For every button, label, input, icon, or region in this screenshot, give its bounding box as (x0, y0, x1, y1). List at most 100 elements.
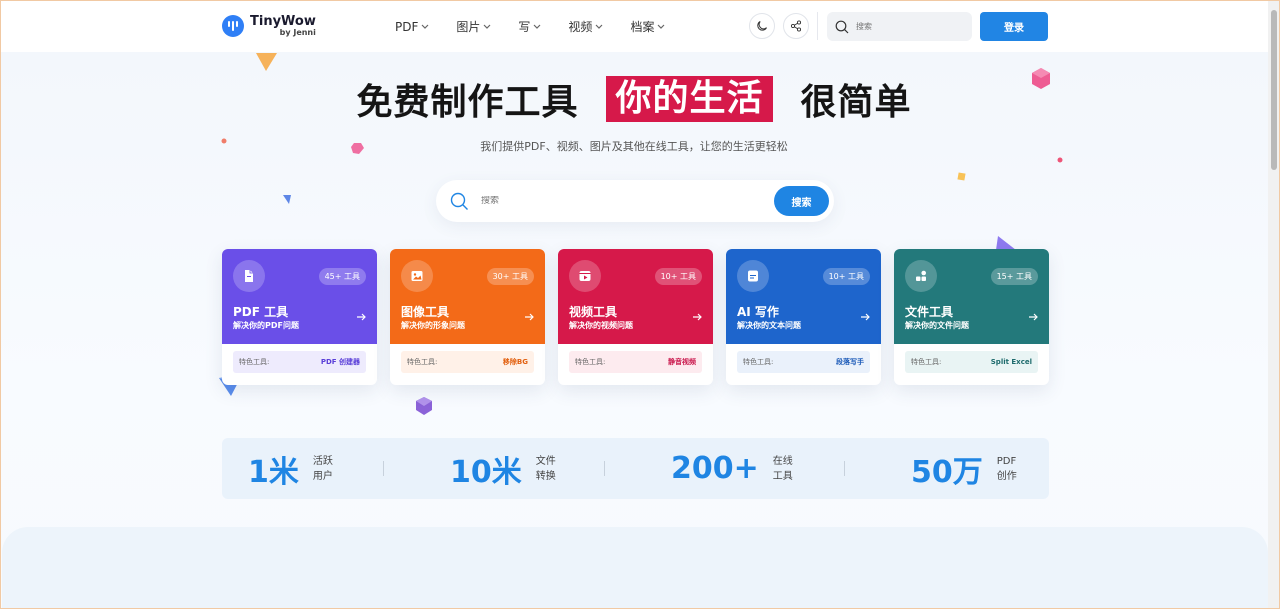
nav-item-write[interactable]: 写 (518, 18, 541, 35)
nav-item-images[interactable]: 图片 (456, 18, 491, 35)
featured-tool-row[interactable]: 特色工具: Split Excel (905, 351, 1038, 373)
featured-tool-label: 特色工具: (575, 358, 606, 366)
arrow-right-icon (861, 313, 870, 321)
document-icon (737, 260, 769, 292)
stats-bar: 1米 活跃 用户 10米 文件 转换 200+ 在线 工具 50万 PDF 创作 (222, 438, 1049, 499)
featured-tool-label: 特色工具: (407, 358, 438, 366)
card-description: 解决你的文件问题 (905, 321, 969, 330)
decorative-blue-triangle (283, 195, 291, 204)
chevron-down-icon (658, 24, 665, 29)
tool-count-badge: 30+ 工具 (486, 268, 534, 285)
lower-section-panel (2, 527, 1268, 609)
arrow-right-icon (1029, 313, 1038, 321)
chevron-down-icon (533, 24, 541, 29)
chevron-down-icon (421, 24, 429, 29)
stat-pdfs-created: 50万 PDF 创作 (911, 438, 1017, 499)
card-header: 15+ 工具 文件工具 解决你的文件问题 (894, 249, 1049, 344)
chevron-down-icon (596, 24, 603, 29)
dark-mode-toggle-button[interactable] (749, 13, 775, 39)
hero-subtitle: 我们提供PDF、视频、图片及其他在线工具，让您的生活更轻松 (480, 140, 788, 153)
nav-item-label: 视频 (568, 20, 593, 34)
card-title: PDF 工具 (233, 305, 289, 319)
featured-tool-row[interactable]: 特色工具: 静音视频 (569, 351, 702, 373)
category-card-ai-writing[interactable]: 10+ 工具 AI 写作 解决你的文本问题 特色工具: 段落写手 (726, 249, 881, 385)
featured-tool-row[interactable]: 特色工具: PDF 创建器 (233, 351, 366, 373)
featured-tool-link[interactable]: 静音视频 (668, 357, 696, 367)
decorative-yellow-square (957, 172, 966, 181)
featured-tool-label: 特色工具: (911, 358, 942, 366)
stat-online-tools: 200+ 在线 工具 (671, 438, 793, 499)
nav-item-label: PDF (395, 19, 419, 34)
scrollbar-thumb[interactable] (1271, 10, 1277, 170)
arrow-right-icon (525, 313, 534, 321)
tool-count-badge: 10+ 工具 (822, 268, 870, 285)
share-button[interactable] (783, 13, 809, 39)
stat-label-line: 转换 (535, 470, 556, 482)
login-button[interactable]: 登录 (980, 12, 1048, 41)
category-card-video[interactable]: 10+ 工具 视频工具 解决你的视频问题 特色工具: 静音视频 (558, 249, 713, 385)
hero-search-button[interactable]: 搜索 (774, 186, 829, 216)
stat-label: 在线 工具 (773, 454, 793, 484)
category-card-pdf[interactable]: 45+ 工具 PDF 工具 解决你的PDF问题 特色工具: PDF 创建器 (222, 249, 377, 385)
card-title: 文件工具 (905, 305, 954, 319)
arrow-right-icon (357, 313, 366, 321)
stat-label-line: 创作 (996, 470, 1017, 482)
featured-tool-link[interactable]: PDF 创建器 (321, 357, 360, 367)
featured-tool-link[interactable]: 移除BG (503, 357, 528, 367)
decorative-purple-cube (416, 397, 432, 415)
category-card-image[interactable]: 30+ 工具 图像工具 解决你的形象问题 特色工具: 移除BG (390, 249, 545, 385)
header-search-input[interactable] (856, 22, 966, 31)
headline-left: 免费制作工具 (356, 82, 579, 123)
stat-divider (383, 461, 384, 476)
top-header: TinyWow by Jenni PDF 图片 写 视频 档案 登录 (0, 0, 1268, 52)
logo-mark-icon (222, 15, 244, 37)
logo[interactable]: TinyWow by Jenni (222, 15, 316, 37)
featured-tool-row[interactable]: 特色工具: 段落写手 (737, 351, 870, 373)
stat-divider (604, 461, 605, 476)
card-header: 10+ 工具 视频工具 解决你的视频问题 (558, 249, 713, 344)
header-search-box[interactable] (827, 12, 972, 41)
hero-search-box[interactable]: 搜索 (436, 180, 834, 222)
featured-tool-link[interactable]: 段落写手 (836, 357, 864, 367)
featured-tool-label: 特色工具: (239, 358, 270, 366)
card-header: 30+ 工具 图像工具 解决你的形象问题 (390, 249, 545, 344)
card-title: AI 写作 (737, 305, 779, 319)
featured-tool-link[interactable]: Split Excel (991, 358, 1032, 366)
stat-number: 1米 (248, 454, 299, 490)
featured-tool-label: 特色工具: (743, 358, 774, 366)
nav-item-video[interactable]: 视频 (568, 18, 603, 35)
stat-label-line: 活跃 (312, 455, 333, 467)
pdf-file-icon (233, 260, 265, 292)
nav-item-pdf[interactable]: PDF (395, 18, 429, 35)
featured-tool-row[interactable]: 特色工具: 移除BG (401, 351, 534, 373)
card-description: 解决你的文本问题 (737, 321, 801, 330)
hero-search-input[interactable] (481, 196, 761, 206)
nav-item-label: 图片 (456, 20, 481, 34)
card-description: 解决你的PDF问题 (233, 321, 299, 330)
moon-icon (757, 21, 767, 31)
logo-subtitle: by Jenni (279, 28, 316, 37)
header-divider (817, 12, 818, 40)
stat-number: 200+ (671, 451, 759, 486)
card-description: 解决你的形象问题 (401, 321, 465, 330)
card-title: 图像工具 (401, 305, 450, 319)
card-title: 视频工具 (569, 305, 618, 319)
category-card-files[interactable]: 15+ 工具 文件工具 解决你的文件问题 特色工具: Split Excel (894, 249, 1049, 385)
main-nav: PDF 图片 写 视频 档案 (395, 18, 692, 35)
decorative-orange-triangle (256, 53, 277, 71)
card-description: 解决你的视频问题 (569, 321, 633, 330)
search-icon (450, 192, 468, 210)
chevron-down-icon (483, 24, 491, 29)
stat-label: PDF 创作 (997, 454, 1017, 484)
stat-label-line: 在线 (772, 455, 793, 467)
tool-count-badge: 10+ 工具 (654, 268, 702, 285)
stat-divider (844, 461, 845, 476)
nav-item-files[interactable]: 档案 (630, 18, 665, 35)
tool-count-badge: 45+ 工具 (318, 268, 366, 285)
logo-title: TinyWow (250, 14, 316, 29)
stat-label: 活跃 用户 (313, 454, 333, 484)
card-header: 45+ 工具 PDF 工具 解决你的PDF问题 (222, 249, 377, 344)
card-header: 10+ 工具 AI 写作 解决你的文本问题 (726, 249, 881, 344)
image-icon (401, 260, 433, 292)
page-scrollbar[interactable] (1268, 0, 1280, 609)
